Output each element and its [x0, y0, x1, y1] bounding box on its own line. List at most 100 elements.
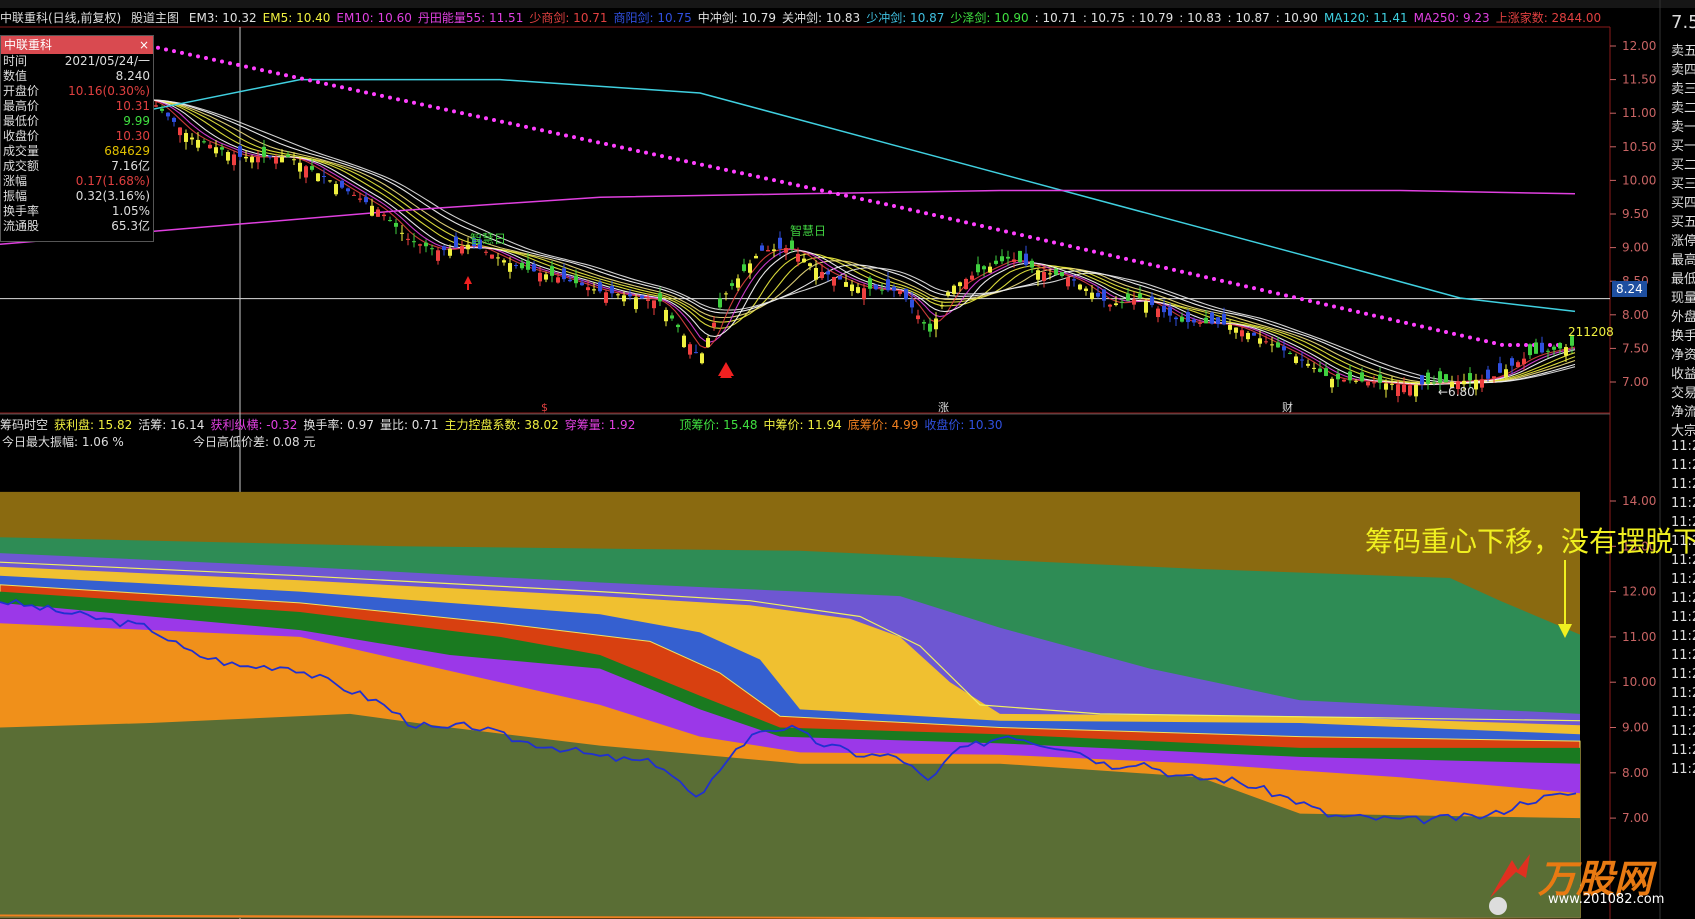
candle-body: [1366, 381, 1370, 386]
info-row: 换手率 1.05%: [1, 204, 153, 219]
ma250-line: [0, 189, 1576, 245]
candle-body: [280, 156, 284, 163]
dotted-stop-mark: [788, 181, 792, 186]
price-tick-label: 9.50: [1622, 207, 1649, 221]
candle-body: [1360, 372, 1364, 382]
dotted-stop-mark: [1380, 315, 1384, 320]
dotted-stop-mark: [1140, 260, 1144, 265]
dotted-stop-mark: [1396, 319, 1400, 324]
info-value: 0.32(3.16%): [75, 189, 150, 203]
info-row: 成交量 684629: [1, 144, 153, 159]
candle-body: [1174, 317, 1178, 320]
right-panel-item: 交易: [1671, 386, 1695, 401]
chip-legend-item: 获利盘: 15.82: [54, 418, 133, 432]
dotted-stop-mark: [860, 197, 864, 202]
candle-body: [766, 250, 770, 252]
info-row: 时间 2021/05/24/一: [1, 54, 153, 69]
candle-body: [934, 318, 938, 330]
dotted-stop-mark: [1276, 291, 1280, 296]
candle-body: [550, 265, 554, 276]
candle-body: [1252, 332, 1256, 336]
dotted-stop-mark: [532, 126, 536, 131]
candle-body: [1198, 322, 1202, 324]
candle-body: [1408, 385, 1412, 396]
candle-body: [520, 262, 524, 269]
dotted-stop-mark: [1044, 238, 1048, 243]
candle-body: [442, 246, 446, 251]
dotted-stop-mark: [1268, 289, 1272, 294]
candle-body: [694, 352, 698, 354]
candle-body: [1546, 350, 1550, 352]
candle-body: [178, 127, 182, 136]
info-key: 开盘价: [3, 84, 40, 98]
info-key: 时间: [3, 54, 28, 68]
info-row: 振幅 0.32(3.16%): [1, 189, 153, 204]
candle-body: [418, 244, 422, 246]
dotted-stop-mark: [932, 213, 936, 218]
candle-body: [412, 241, 416, 243]
dotted-stop-mark: [708, 164, 712, 169]
candle-body: [1120, 301, 1124, 303]
candle-body: [160, 108, 164, 111]
candle-body: [826, 271, 830, 275]
dotted-stop-mark: [180, 50, 184, 55]
candle-body: [658, 293, 662, 302]
info-key: 最低价: [3, 114, 40, 128]
dotted-stop-mark: [364, 90, 368, 95]
info-value: 10.16(0.30%): [68, 84, 150, 98]
dotted-stop-mark: [844, 193, 848, 198]
dotted-stop-mark: [988, 225, 992, 230]
candle-body: [1324, 368, 1328, 376]
candle-body: [1390, 383, 1394, 385]
candle-body: [1444, 374, 1448, 383]
annotation-text: 筹码重心下移，没有摆脱下: [1365, 525, 1695, 558]
candle-body: [976, 264, 980, 273]
candle-body: [1312, 367, 1316, 369]
candle-body: [1552, 346, 1556, 350]
candle-body: [1426, 372, 1430, 384]
right-panel-item: 11:2: [1671, 648, 1695, 663]
dotted-stop-mark: [628, 147, 632, 152]
dotted-stop-mark: [1388, 317, 1392, 322]
dotted-stop-mark: [580, 136, 584, 141]
dotted-stop-mark: [196, 54, 200, 59]
right-panel-item: 最低: [1671, 272, 1695, 287]
close-icon[interactable]: ×: [139, 36, 149, 54]
candle-body: [1354, 380, 1358, 382]
dotted-stop-mark: [1484, 339, 1488, 344]
candle-body: [634, 297, 638, 310]
dotted-stop-mark: [324, 81, 328, 86]
candle-body: [778, 237, 782, 249]
candle-body: [1084, 288, 1088, 291]
dotted-stop-mark: [780, 179, 784, 184]
right-panel-item: 现量: [1671, 291, 1695, 306]
candle-body: [1222, 313, 1226, 325]
chip-tick-label: 14.00: [1622, 494, 1656, 508]
candle-body: [862, 288, 866, 300]
candle-body: [1528, 344, 1532, 356]
candle-body: [754, 255, 758, 259]
right-panel-item: 11:2: [1671, 591, 1695, 606]
right-top-price: 7.5: [1671, 12, 1695, 33]
dotted-stop-mark: [1460, 333, 1464, 338]
chip-tick-label: 9.00: [1622, 721, 1649, 735]
candle-body: [772, 249, 776, 252]
right-panel-item: 大宗: [1671, 424, 1695, 439]
bottom-marker: $: [541, 401, 548, 414]
dotted-stop-mark: [732, 169, 736, 174]
dotted-stop-mark: [828, 190, 832, 195]
candle-body: [232, 154, 236, 166]
candle-body: [904, 288, 908, 300]
candle-body: [622, 295, 626, 302]
candle-body: [1276, 342, 1280, 348]
candle-body: [1150, 296, 1154, 306]
dotted-stop-mark: [1028, 234, 1032, 239]
dotted-stop-mark: [1244, 284, 1248, 289]
info-box[interactable]: 中联重科 × 时间 2021/05/24/一 数值 8.240 开盘价 10.16(0.30…: [0, 35, 154, 242]
candle-body: [406, 238, 410, 240]
dotted-stop-mark: [1372, 313, 1376, 318]
right-panel-item: 11:2: [1671, 477, 1695, 492]
candle-body: [214, 147, 218, 154]
candle-body: [982, 266, 986, 270]
chip-legend-item: 量比: 0.71: [379, 418, 439, 432]
